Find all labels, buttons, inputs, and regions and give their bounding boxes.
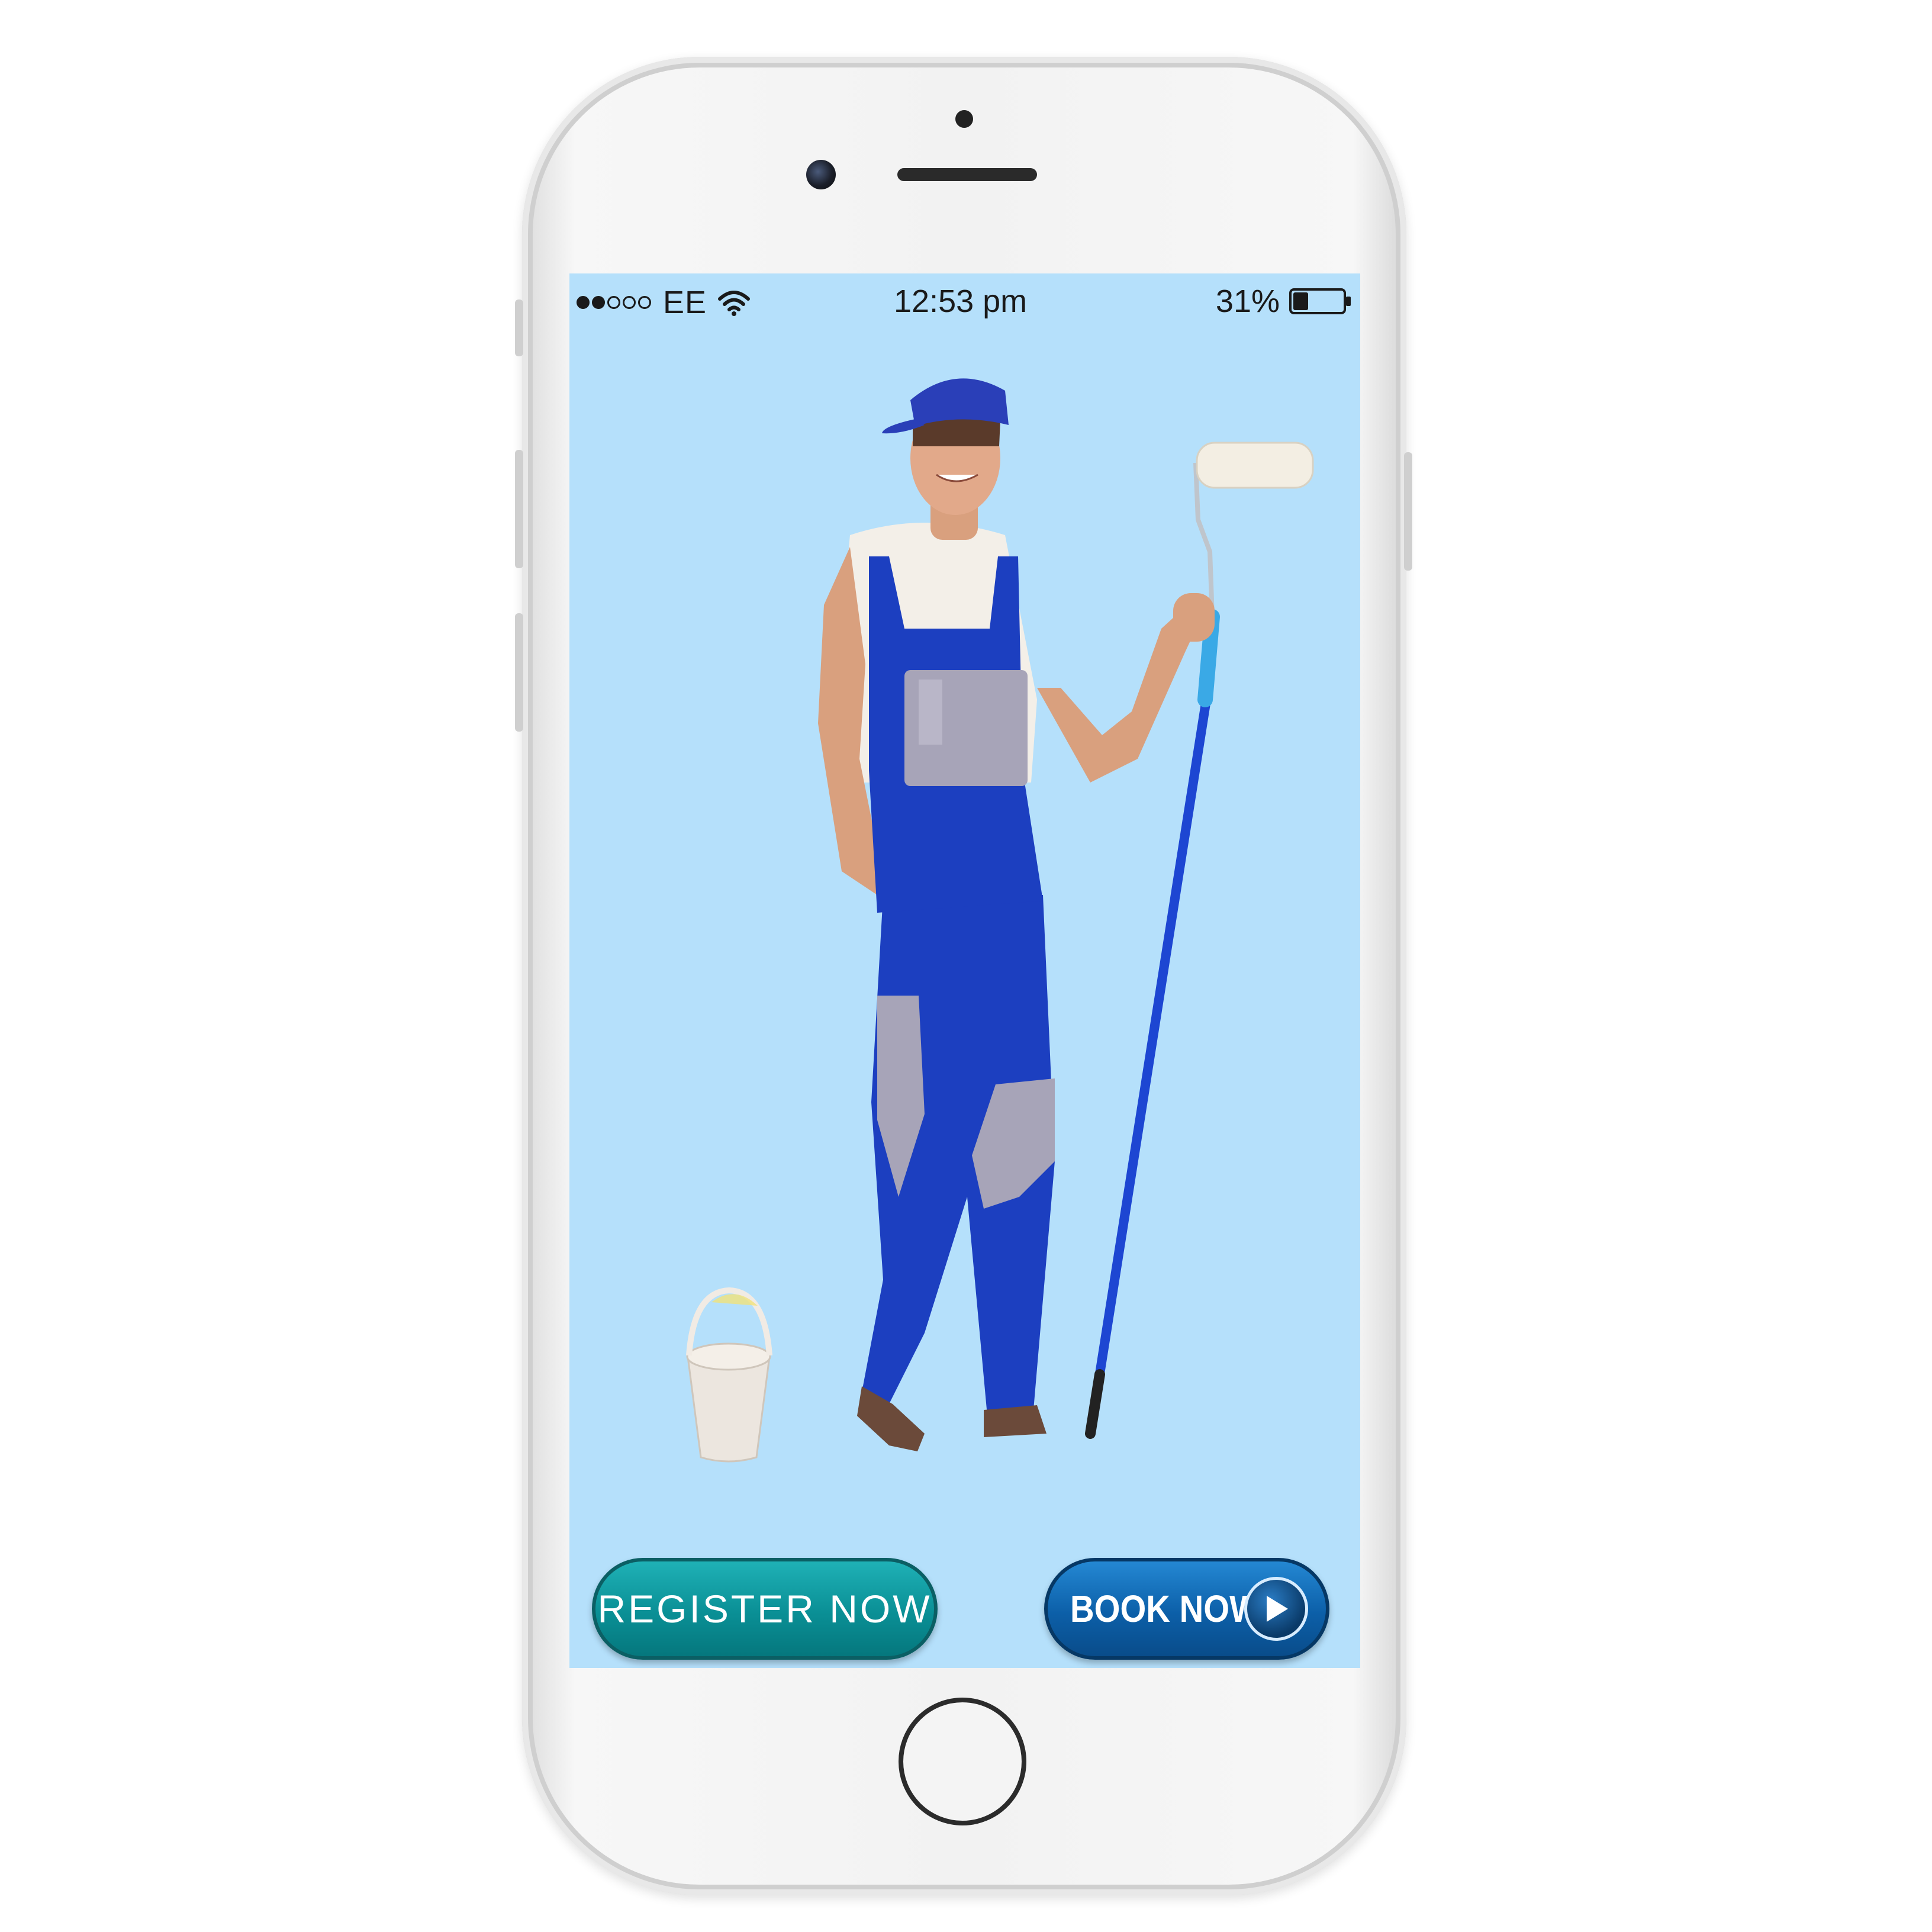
painter-illustration <box>686 378 1314 1463</box>
volume-up-button <box>515 450 523 568</box>
mute-switch <box>515 300 523 356</box>
register-now-label: REGISTER NOW <box>597 1587 932 1631</box>
status-time: 12:53 pm <box>894 284 1028 319</box>
carrier-name: EE <box>663 285 707 320</box>
painter-head <box>882 378 1009 540</box>
painter-legs <box>857 895 1055 1451</box>
volume-down-button <box>515 613 523 732</box>
painter-torso <box>818 523 1215 913</box>
battery-percent: 31% <box>1215 284 1280 319</box>
earpiece-speaker <box>897 168 1037 181</box>
wifi-icon <box>718 291 751 316</box>
front-camera <box>806 160 836 189</box>
register-now-button[interactable]: REGISTER NOW <box>592 1558 938 1660</box>
battery-icon <box>1289 288 1351 314</box>
play-icon <box>1244 1577 1308 1641</box>
proximity-sensor <box>955 110 973 128</box>
book-now-button[interactable]: BOOK NOW <box>1044 1558 1329 1660</box>
home-button[interactable] <box>899 1698 1026 1825</box>
status-bar: EE 12:53 pm 31% <box>569 273 1360 327</box>
paint-bucket <box>686 1287 772 1463</box>
signal-dots-icon <box>577 296 651 309</box>
power-button <box>1404 452 1412 571</box>
paint-roller <box>1085 442 1314 1439</box>
book-now-label: BOOK NOW <box>1070 1588 1261 1630</box>
phone-screen: EE 12:53 pm 31% <box>569 273 1360 1668</box>
